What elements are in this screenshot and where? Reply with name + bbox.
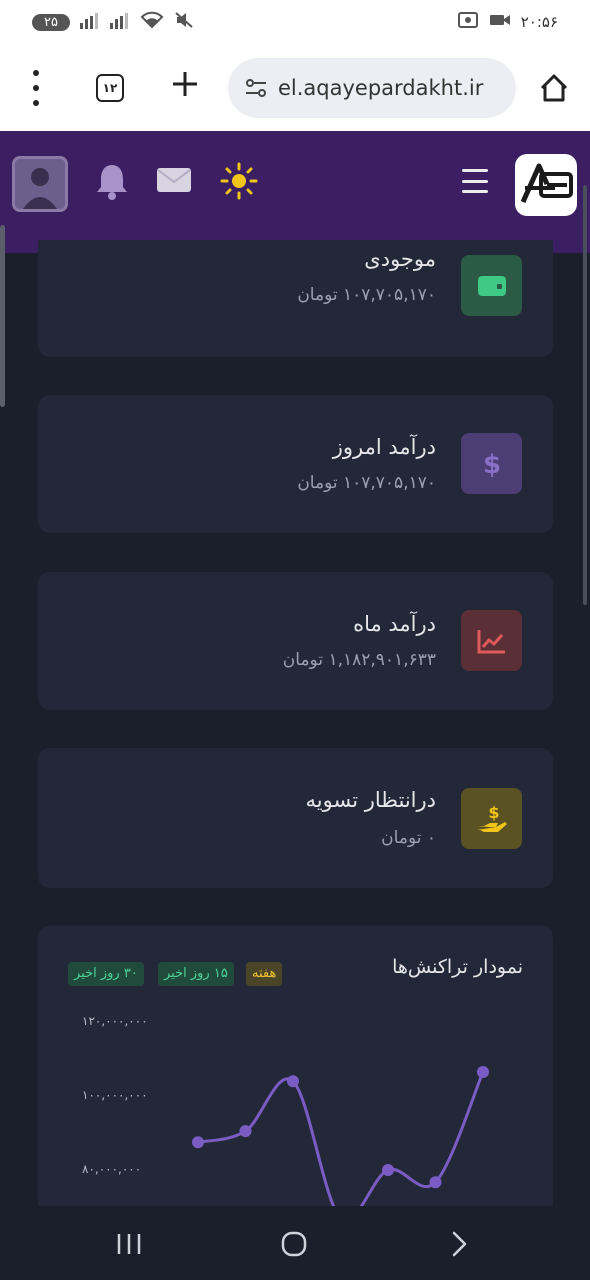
data-point[interactable]: [477, 1065, 489, 1078]
left-scrollbar[interactable]: [0, 225, 5, 407]
browser-menu-button[interactable]: [26, 70, 46, 106]
mail-icon[interactable]: [156, 161, 196, 201]
dashboard-content: موجودی ۱۰۷,۷۰۵,۱۷۰ تومان $ درآمد امروز ۱…: [0, 240, 590, 1206]
series-line: [197, 1071, 485, 1206]
wifi-icon: [140, 11, 164, 33]
new-tab-button[interactable]: [170, 66, 200, 106]
card-value: ۱۰۷,۷۰۵,۱۷۰ تومان: [297, 473, 436, 493]
trend-chart-icon: [461, 610, 522, 671]
status-left: ۲۵: [32, 11, 194, 33]
data-point[interactable]: [382, 1164, 394, 1176]
balance-card: موجودی ۱۰۷,۷۰۵,۱۷۰ تومان: [38, 240, 553, 357]
sun-icon[interactable]: [220, 161, 260, 201]
wallet-icon: [461, 255, 522, 316]
video-icon: [489, 12, 511, 32]
card-value: ۰ تومان: [381, 828, 436, 848]
data-point[interactable]: [429, 1176, 442, 1189]
page-scrollbar[interactable]: [583, 185, 587, 605]
hand-coin-icon: $: [461, 788, 522, 849]
home-button[interactable]: [534, 68, 574, 108]
line-chart: [192, 1065, 489, 1206]
data-point[interactable]: [287, 1075, 299, 1088]
status-bar: ۲۵ ۲۰:۵۶: [0, 0, 590, 44]
svg-text:$: $: [482, 450, 500, 479]
signal-icon: [79, 12, 100, 32]
pending-settlement-card: $ درانتظار تسویه ۰ تومان: [38, 748, 553, 888]
bell-icon[interactable]: [94, 161, 134, 201]
mute-icon: [174, 11, 194, 33]
card-title: موجودی: [364, 247, 436, 271]
month-income-card: درآمد ماه ۱,۱۸۲,۹۰۱,۶۳۳ تومان: [38, 572, 553, 710]
clock-time: ۲۰:۵۶: [520, 13, 558, 31]
tabs-button[interactable]: ۱۲: [96, 74, 124, 102]
recent-apps-button[interactable]: [111, 1226, 147, 1262]
transactions-chart-card: نمودار تراکنش‌ها هفته ۱۵ روز اخیر ۳۰ روز…: [38, 926, 553, 1206]
card-value: ۱۰۷,۷۰۵,۱۷۰ تومان: [297, 285, 436, 305]
url-text: el.aqayepardakht.ir: [278, 76, 484, 100]
address-bar[interactable]: el.aqayepardakht.ir: [228, 58, 516, 118]
notification-count-badge: ۲۵: [32, 13, 70, 31]
menu-icon[interactable]: [462, 169, 488, 193]
dollar-icon: $: [461, 433, 522, 494]
screenshot-icon: [457, 11, 479, 33]
card-value: ۱,۱۸۲,۹۰۱,۶۳۳ تومان: [282, 650, 436, 670]
site-logo[interactable]: [515, 154, 577, 216]
card-title: درآمد امروز: [332, 435, 436, 459]
site-settings-icon[interactable]: [242, 74, 270, 102]
data-point[interactable]: [239, 1125, 252, 1138]
system-nav-bar: [0, 1206, 590, 1280]
user-avatar[interactable]: [12, 156, 68, 212]
browser-toolbar: ۱۲ el.aqayepardakht.ir: [0, 44, 590, 131]
status-right: ۲۰:۵۶: [457, 11, 558, 33]
app-header: [0, 131, 590, 253]
svg-text:$: $: [488, 803, 499, 822]
back-nav-button[interactable]: [441, 1226, 477, 1262]
home-nav-button[interactable]: [276, 1226, 312, 1262]
card-title: درآمد ماه: [353, 612, 436, 636]
card-title: درانتظار تسویه: [305, 788, 436, 812]
today-income-card: $ درآمد امروز ۱۰۷,۷۰۵,۱۷۰ تومان: [38, 395, 553, 533]
data-point[interactable]: [192, 1136, 204, 1149]
signal-icon: [109, 12, 130, 32]
